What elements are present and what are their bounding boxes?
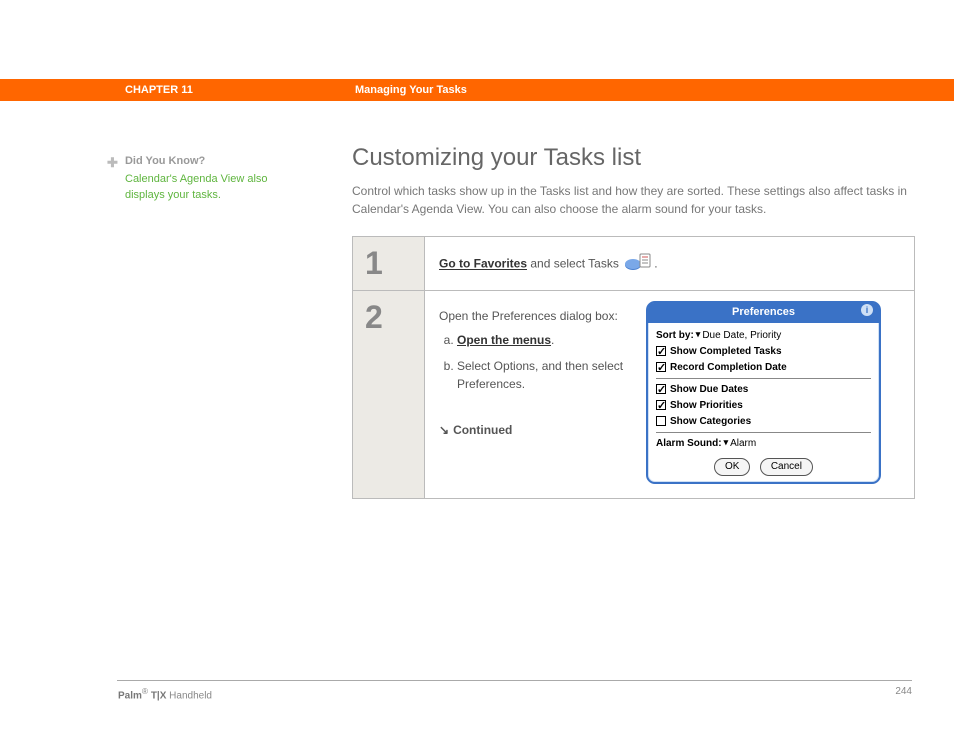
step-row: 1 Go to Favorites and select Tasks . bbox=[353, 237, 914, 290]
checkbox-icon bbox=[656, 362, 666, 372]
alarm-sound-row[interactable]: Alarm Sound: ▾ Alarm bbox=[656, 436, 871, 451]
prefs-divider bbox=[656, 378, 871, 379]
prefs-title-text: Preferences bbox=[732, 306, 795, 318]
alarm-value: Alarm bbox=[730, 436, 756, 451]
dyk-body: Calendar's Agenda View also displays you… bbox=[125, 172, 285, 203]
continued-label: ↘Continued bbox=[439, 421, 634, 439]
step-row: 2 Open the Preferences dialog box: Open … bbox=[353, 290, 914, 498]
go-to-favorites-link[interactable]: Go to Favorites bbox=[439, 257, 527, 271]
sort-by-label: Sort by: bbox=[656, 328, 694, 343]
alarm-label: Alarm Sound: bbox=[656, 436, 722, 451]
checkbox-icon bbox=[656, 416, 666, 426]
show-due-dates-row[interactable]: Show Due Dates bbox=[656, 382, 871, 397]
sidebar-tip: ✚ Did You Know? Calendar's Agenda View a… bbox=[107, 154, 285, 203]
sort-by-row[interactable]: Sort by: ▾ Due Date, Priority bbox=[656, 328, 871, 343]
intro-text: Control which tasks show up in the Tasks… bbox=[352, 182, 915, 218]
chapter-header: CHAPTER 11 Managing Your Tasks bbox=[0, 79, 954, 101]
step2-b: Select Options, and then select Preferen… bbox=[457, 357, 634, 393]
prefs-divider bbox=[656, 432, 871, 433]
prefs-buttons: OK Cancel bbox=[648, 454, 879, 476]
step-content: Open the Preferences dialog box: Open th… bbox=[425, 290, 914, 498]
info-icon[interactable]: i bbox=[861, 304, 873, 316]
step2-lead: Open the Preferences dialog box: bbox=[439, 307, 634, 325]
step-number: 1 bbox=[353, 237, 425, 290]
step-content: Go to Favorites and select Tasks . bbox=[425, 237, 914, 290]
plus-icon: ✚ bbox=[107, 154, 118, 172]
show-completed-row[interactable]: Show Completed Tasks bbox=[656, 344, 871, 359]
chapter-label: CHAPTER 11 bbox=[125, 84, 193, 96]
checkbox-icon bbox=[656, 384, 666, 394]
step2-a: Open the menus. bbox=[457, 331, 634, 349]
page-title: Customizing your Tasks list bbox=[352, 144, 915, 172]
checkbox-icon bbox=[656, 400, 666, 410]
page-number: 244 bbox=[895, 686, 912, 697]
continued-arrow-icon: ↘ bbox=[439, 423, 449, 437]
main-content: Customizing your Tasks list Control whic… bbox=[352, 144, 915, 499]
step-number: 2 bbox=[353, 290, 425, 498]
cancel-button[interactable]: Cancel bbox=[760, 458, 813, 476]
footer-rule bbox=[117, 680, 912, 681]
step1-text: and select Tasks bbox=[527, 257, 622, 271]
dropdown-icon: ▾ bbox=[696, 328, 701, 342]
record-completion-row[interactable]: Record Completion Date bbox=[656, 360, 871, 375]
prefs-titlebar: Preferences i bbox=[648, 303, 879, 323]
dropdown-icon: ▾ bbox=[724, 436, 729, 450]
footer-brand: Palm® T|X Handheld bbox=[118, 686, 212, 701]
open-menus-link[interactable]: Open the menus bbox=[457, 333, 551, 347]
show-categories-row[interactable]: Show Categories bbox=[656, 414, 871, 429]
preferences-dialog: Preferences i Sort by: ▾ Due Date, Prior… bbox=[646, 301, 881, 484]
checkbox-icon bbox=[656, 346, 666, 356]
ok-button[interactable]: OK bbox=[714, 458, 750, 476]
steps-table: 1 Go to Favorites and select Tasks . 2 O… bbox=[352, 236, 915, 499]
sort-by-value: Due Date, Priority bbox=[702, 328, 781, 343]
tasks-icon bbox=[624, 253, 652, 276]
step2-text: Open the Preferences dialog box: Open th… bbox=[439, 307, 634, 484]
dyk-label: Did You Know? bbox=[125, 154, 205, 169]
chapter-title: Managing Your Tasks bbox=[355, 84, 467, 96]
show-priorities-row[interactable]: Show Priorities bbox=[656, 398, 871, 413]
step1-period: . bbox=[654, 257, 657, 271]
